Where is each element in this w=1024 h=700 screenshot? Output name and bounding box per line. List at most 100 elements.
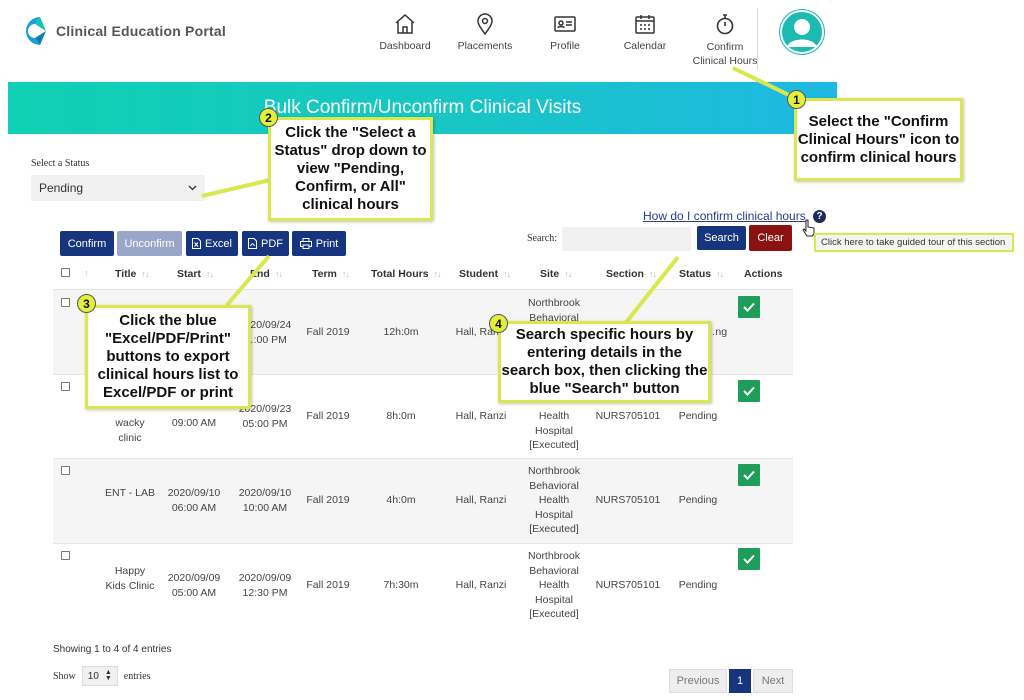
col-status[interactable]: Status ↑↓ [679,268,724,280]
select-all-checkbox[interactable] [61,268,70,277]
clear-button[interactable]: Clear [749,225,792,251]
col-title-label: Title [115,268,137,280]
row-term: Fall 2019 [306,494,350,506]
col-site-label: Site [540,268,560,280]
row-site-line: Health [538,579,570,591]
col-start[interactable]: Start ↑↓ [177,268,214,280]
confirm-row-button[interactable] [738,464,760,486]
row-start: 2020/09/09 05:00 AM [165,571,223,600]
print-button-label: Print [315,237,339,250]
row-section: NURS705101 [595,579,661,591]
row-site-line: Hospital [535,593,573,606]
row-end: 2020/09/10 10:00 AM [235,486,295,515]
row-status: Pending [678,579,718,591]
table-header: ↑ Title ↑↓ Start ↑↓ End ↑↓ Term ↑↓ Total Hou… [53,259,793,289]
printer-icon [299,238,312,249]
status-select[interactable]: Pending [31,175,205,201]
row-site-line: Behavioral [529,564,579,577]
calendar-icon [635,15,655,34]
previous-page-button[interactable]: Previous [669,669,727,693]
excel-button[interactable]: Excel [186,231,238,256]
page-1-button[interactable]: 1 [729,669,751,693]
row-title-text: Happy Kids Clinic [105,565,155,592]
app-title: Clinical Education Portal [56,23,226,39]
callout-search: Search specific hours by entering detail… [498,321,711,403]
col-section[interactable]: Section ↑↓ [606,268,657,280]
row-end: 2020/09/09 12:30 PM [235,571,295,600]
col-site[interactable]: Site ↑↓ [540,268,572,280]
page-length-value: 10 [87,670,99,682]
col-student[interactable]: Student ↑↓ [459,268,511,280]
stopwatch-icon [716,14,734,35]
home-icon [395,13,415,34]
row-checkbox[interactable] [61,382,70,391]
row-hours: 7h:30m [383,579,419,591]
row-term: Fall 2019 [306,326,350,338]
row-end-date: 2020/09/09 [238,572,292,584]
unconfirm-button[interactable]: Unconfirm [117,231,182,256]
callout-2-badge: 2 [259,108,278,127]
callout-2-text: Click the "Select a Status" drop down to… [274,124,427,213]
print-button[interactable]: Print [292,231,346,256]
row-site-line: [Executed] [529,439,579,451]
confirm-row-button[interactable] [738,380,760,402]
status-filter-label: Select a Status [31,158,90,169]
row-status: Pending [678,494,718,506]
col-status-label: Status [679,268,712,280]
pdf-button[interactable]: PDF [242,231,289,256]
page-length-select[interactable]: 10 ▲ ▼ [81,666,118,686]
next-page-button[interactable]: Next [753,669,793,693]
col-total-hours[interactable]: Total Hours ↑↓ [371,268,442,280]
row-site-line: Northbrook [528,465,580,477]
confirm-row-button[interactable] [738,548,760,570]
col-actions: Actions [744,268,783,280]
row-checkbox[interactable] [61,298,70,307]
row-student: Hall, Ranzi [455,579,507,591]
help-link[interactable]: How do I confirm clinical hours [643,209,806,223]
row-site-line: Northbrook [528,297,580,309]
id-card-icon [554,16,576,32]
nav-confirm-label: Confirm Clinical Hours [693,40,758,68]
col-end[interactable]: End ↑↓ [250,268,283,280]
search-input[interactable] [562,227,691,251]
col-term[interactable]: Term ↑↓ [312,268,350,280]
row-checkbox[interactable] [61,551,70,560]
map-pin-icon [477,13,493,36]
confirm-button[interactable]: Confirm [60,231,114,256]
row-checkbox[interactable] [61,466,70,475]
col-title[interactable]: Title ↑↓ [115,268,149,280]
nav-calendar[interactable]: Calendar [605,12,685,68]
page: Clinical Education Portal Dashboard Plac… [0,0,1024,700]
nav-placements[interactable]: Placements [445,12,525,68]
row-section: NURS705101 [595,494,661,506]
sort-icon[interactable]: ↑ [84,268,88,278]
callout-4-text: Search specific hours by entering detail… [501,326,708,397]
search-button[interactable]: Search [697,226,746,250]
excel-button-label: Excel [205,237,232,250]
callout-3-text: Click the blue "Excel/PDF/Print" buttons… [97,312,239,401]
col-section-label: Section [606,268,644,280]
nav-profile-label: Profile [550,40,580,52]
chevron-down-icon [188,185,197,191]
app-logo[interactable]: Clinical Education Portal [20,14,226,48]
row-status: Pending [678,410,718,422]
nav-confirm-clinical-hours[interactable]: Confirm Clinical Hours [685,12,765,68]
row-title: ENT - LAB [105,487,155,499]
confirm-row-button[interactable] [738,296,760,318]
row-term: Fall 2019 [306,410,350,422]
nav-dashboard-label: Dashboard [379,40,431,52]
callout-status-dropdown: Click the "Select a Status" drop down to… [268,117,433,221]
callout-export-buttons: Click the blue "Excel/PDF/Print" buttons… [85,305,251,409]
table-info: Showing 1 to 4 of 4 entries [53,644,172,655]
row-site-line: [Executed] [529,608,579,620]
nav-dashboard[interactable]: Dashboard [365,12,445,68]
row-student: Hall, Ranzi [455,494,507,506]
entries-label: entries [123,670,151,682]
page-length-control: Show 10 ▲ ▼ entries [53,666,150,686]
user-avatar-icon[interactable] [779,9,825,55]
row-term: Fall 2019 [306,579,350,591]
table-row: ENT - LAB 2020/09/10 06:00 AM 2020/09/10 1… [53,458,793,543]
nav-profile[interactable]: Profile [525,12,605,68]
callout-1-badge: 1 [787,90,806,109]
help-tooltip: Click here to take guided tour of this s… [814,233,1014,252]
